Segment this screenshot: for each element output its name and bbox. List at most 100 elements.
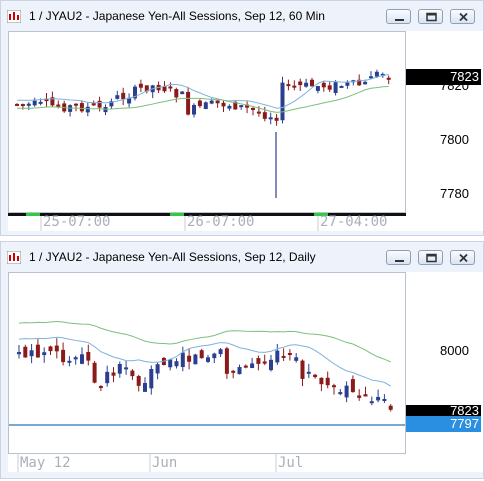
candle-body <box>136 376 141 386</box>
candle-body <box>287 352 292 355</box>
candle-body <box>306 371 311 374</box>
candle-body <box>206 357 210 362</box>
candle-body <box>338 392 343 395</box>
candle-body <box>48 346 53 352</box>
daily-chart-titlebar[interactable]: 1 / JYAU2 - Japanese Yen-All Sessions, S… <box>1 242 483 272</box>
last-price-tag: 7823 <box>406 69 481 85</box>
candle-body <box>280 82 285 121</box>
minimize-button[interactable] <box>386 250 411 265</box>
hourly-price-plot[interactable] <box>8 31 406 213</box>
candle-body <box>274 117 279 121</box>
candle-body <box>321 82 326 88</box>
candle-body <box>20 104 25 107</box>
candle-body <box>121 92 126 100</box>
candle-body <box>187 355 192 362</box>
moving-average-slow <box>18 320 391 363</box>
moving-average-fast <box>18 336 391 387</box>
candle-body <box>143 382 147 392</box>
candle-body <box>350 379 355 393</box>
candle-body <box>256 358 261 364</box>
candle-body <box>168 86 173 89</box>
candle-body <box>281 355 286 358</box>
candle-body <box>174 361 179 367</box>
restore-button[interactable] <box>418 250 443 265</box>
candle-body <box>203 102 208 110</box>
moving-average-slow <box>16 85 389 113</box>
daily-price-axis[interactable]: 8000 7823 7797 <box>406 272 483 472</box>
candle-body <box>262 361 267 364</box>
daily-price-plot[interactable] <box>8 272 406 454</box>
hourly-chart-title: 1 / JYAU2 - Japanese Yen-All Sessions, S… <box>29 9 325 23</box>
hourly-chart-window[interactable]: 1 / JYAU2 - Japanese Yen-All Sessions, S… <box>0 0 484 236</box>
candle-body <box>333 82 338 93</box>
candle-body <box>251 107 255 111</box>
candle-body <box>98 386 103 389</box>
candle-body <box>310 79 314 87</box>
candle-body <box>298 81 303 86</box>
candle-body <box>23 346 28 358</box>
candle-body <box>192 104 196 115</box>
x-label-jun: Jun <box>152 455 178 471</box>
close-button[interactable] <box>450 250 475 265</box>
candle-body <box>111 372 116 376</box>
candle-body <box>38 101 43 104</box>
candle-body <box>67 360 72 363</box>
y-label-7800: 7800 <box>440 132 469 147</box>
candle-body <box>286 84 291 87</box>
candle-body <box>386 77 391 80</box>
candle-body <box>74 103 78 106</box>
candle-body <box>221 102 226 107</box>
daily-time-axis[interactable]: May 12 Jun Jul <box>8 454 406 472</box>
candle-body <box>269 359 273 371</box>
candle-body <box>124 367 129 370</box>
candle-body <box>294 357 299 361</box>
hourly-chart-titlebar[interactable]: 1 / JYAU2 - Japanese Yen-All Sessions, S… <box>1 1 483 31</box>
hourly-price-axis[interactable]: 7820 7800 7780 7823 <box>406 31 483 231</box>
candle-body <box>315 86 320 91</box>
candle-body <box>243 365 248 368</box>
candle-body <box>35 344 40 358</box>
minimize-button[interactable] <box>386 9 411 24</box>
candle-body <box>212 353 217 359</box>
minimize-icon <box>395 19 404 21</box>
candle-body <box>313 374 318 378</box>
candle-body <box>105 371 110 384</box>
candle-body <box>197 100 202 107</box>
candle-body <box>97 100 102 108</box>
candle-body <box>357 395 362 398</box>
candle-body <box>168 359 173 368</box>
candle-body <box>215 100 220 104</box>
candle-body <box>292 85 297 88</box>
candle-body <box>92 362 97 383</box>
restore-button[interactable] <box>418 9 443 24</box>
close-button[interactable] <box>450 9 475 24</box>
daily-chart-title: 1 / JYAU2 - Japanese Yen-All Sessions, S… <box>29 250 316 264</box>
candle-body <box>374 71 379 77</box>
daily-chart-window[interactable]: 1 / JYAU2 - Japanese Yen-All Sessions, S… <box>0 241 484 479</box>
candle-body <box>376 396 381 401</box>
x-label-jul: Jul <box>278 455 304 471</box>
candle-body <box>239 105 244 108</box>
candle-body <box>339 85 344 88</box>
candle-body <box>369 401 374 404</box>
candle-body <box>256 111 261 114</box>
line-price-tag: 7797 <box>406 416 481 432</box>
candle-body <box>363 81 368 85</box>
x-label-may: May 12 <box>20 455 71 471</box>
close-icon <box>459 253 468 263</box>
candle-body <box>250 363 255 369</box>
candle-body <box>117 363 122 374</box>
candle-body <box>388 405 393 410</box>
candle-body <box>174 89 179 98</box>
candle-body <box>363 394 368 397</box>
candle-body <box>275 350 280 363</box>
candle-body <box>319 377 324 385</box>
hourly-time-axis[interactable]: 25-07:00 26-07:00 27-04:00 <box>8 213 406 231</box>
candle-body <box>86 351 91 361</box>
candle-body <box>227 105 232 109</box>
candle-body <box>199 350 204 359</box>
candle-body <box>382 398 387 401</box>
candle-body <box>369 76 373 79</box>
candle-body <box>32 100 37 106</box>
candle-body <box>115 95 120 99</box>
